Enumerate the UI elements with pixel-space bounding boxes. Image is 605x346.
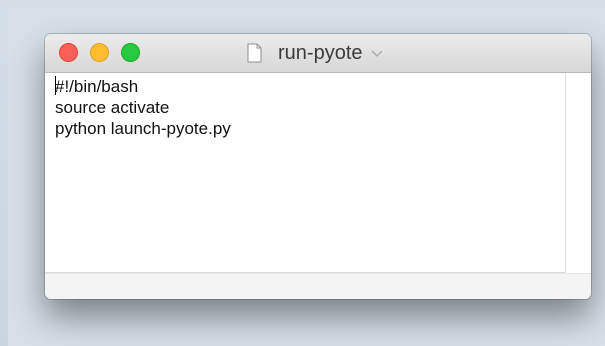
vertical-scroll-gutter[interactable] — [566, 73, 591, 272]
code-line: python launch-pyote.py — [55, 119, 231, 138]
code-lines: #!/bin/bash source activate python launc… — [55, 76, 231, 139]
close-window-button[interactable] — [59, 43, 78, 62]
code-line: source activate — [55, 98, 170, 117]
text-editor-window: run-pyote #!/bin/bash source activate py… — [45, 34, 591, 299]
text-editor-area[interactable]: #!/bin/bash source activate python launc… — [45, 73, 566, 273]
code-line: #!/bin/bash — [55, 77, 139, 96]
window-title-group[interactable]: run-pyote — [247, 42, 383, 64]
window-footer — [45, 273, 591, 299]
chevron-down-icon[interactable] — [371, 50, 383, 58]
window-titlebar[interactable]: run-pyote — [45, 34, 591, 73]
minimize-window-button[interactable] — [90, 43, 109, 62]
text-caret — [55, 76, 56, 95]
zoom-window-button[interactable] — [121, 43, 140, 62]
document-icon — [247, 43, 262, 63]
window-title: run-pyote — [278, 42, 363, 64]
